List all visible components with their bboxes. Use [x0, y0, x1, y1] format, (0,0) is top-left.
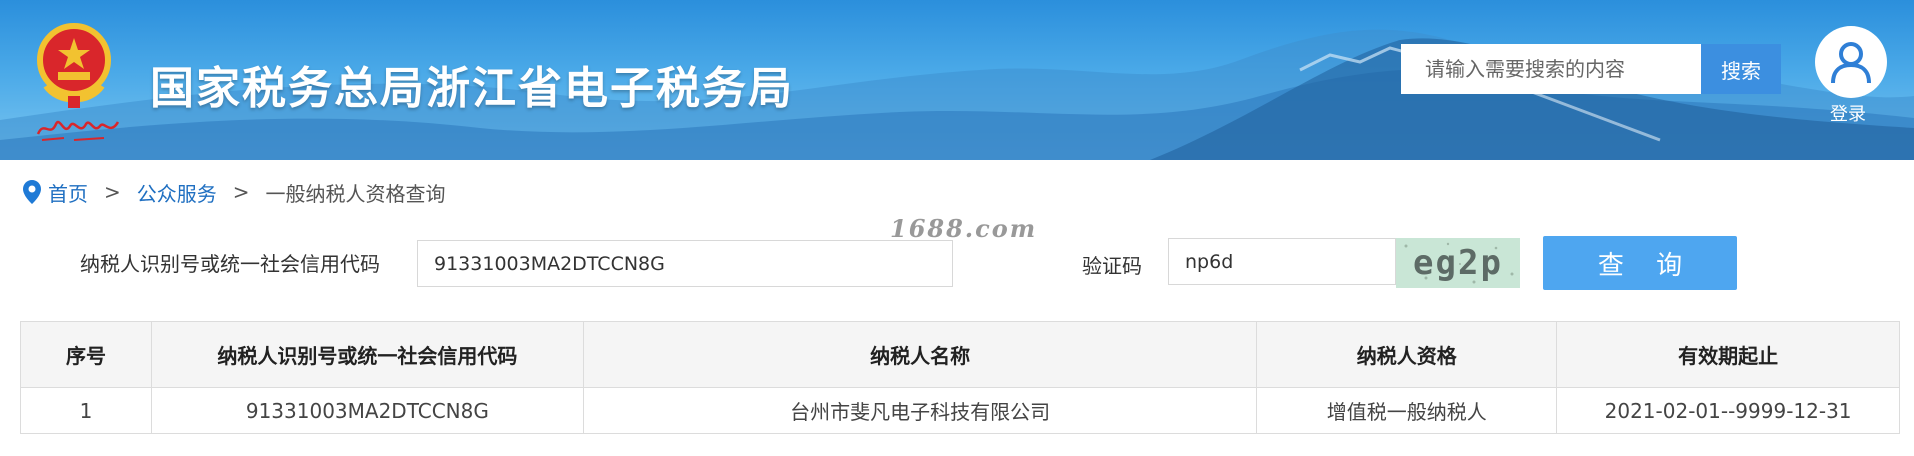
- breadcrumb-section-link[interactable]: 公众服务: [137, 178, 217, 207]
- breadcrumb-current: 一般纳税人资格查询: [265, 181, 446, 206]
- user-icon: [1831, 42, 1871, 84]
- captcha-input[interactable]: [1168, 238, 1396, 285]
- login-link[interactable]: 登录: [1830, 100, 1866, 126]
- cell-validity: 2021-02-01--9999-12-31: [1556, 387, 1900, 434]
- site-title: 国家税务总局浙江省电子税务局: [150, 63, 794, 114]
- breadcrumb-home-link[interactable]: 首页: [48, 178, 88, 207]
- location-pin-icon: [23, 180, 41, 204]
- captcha-image[interactable]: eg2p: [1396, 238, 1520, 288]
- calligraphy-signature: [36, 120, 120, 141]
- column-header-validity: 有效期起止: [1556, 321, 1900, 388]
- breadcrumb-separator: >: [232, 180, 250, 204]
- column-header-taxpayer-id: 纳税人识别号或统一社会信用代码: [150, 321, 584, 388]
- cell-index: 1: [20, 387, 152, 434]
- table-row: 1 91331003MA2DTCCN8G 台州市斐凡电子科技有限公司 增值税一般…: [20, 387, 1900, 434]
- captcha-text: eg2p: [1413, 243, 1503, 283]
- results-table: 序号 纳税人识别号或统一社会信用代码 纳税人名称 纳税人资格 有效期起止 1 9…: [20, 321, 1900, 434]
- search-button[interactable]: 搜索: [1701, 44, 1781, 94]
- login-avatar-button[interactable]: [1815, 26, 1887, 98]
- column-header-taxpayer-name: 纳税人名称: [582, 321, 1258, 388]
- watermark: 1688.com: [890, 214, 1038, 243]
- breadcrumb: 首页 > 公众服务 > 一般纳税人资格查询: [22, 178, 446, 206]
- national-emblem-icon: [37, 23, 111, 108]
- column-header-qualification: 纳税人资格: [1256, 321, 1558, 388]
- table-header-row: 序号 纳税人识别号或统一社会信用代码 纳税人名称 纳税人资格 有效期起止: [20, 321, 1900, 388]
- cell-taxpayer-name: 台州市斐凡电子科技有限公司: [582, 387, 1258, 434]
- taxpayer-id-input[interactable]: [417, 240, 953, 287]
- captcha-image-graphic: eg2p: [1396, 238, 1520, 288]
- search-input[interactable]: [1401, 44, 1701, 94]
- query-button[interactable]: 查 询: [1543, 236, 1737, 290]
- cell-taxpayer-id: 91331003MA2DTCCN8G: [150, 387, 584, 434]
- breadcrumb-separator: >: [104, 180, 121, 204]
- captcha-label: 验证码: [1082, 254, 1142, 278]
- cell-qualification: 增值税一般纳税人: [1256, 387, 1558, 434]
- column-header-index: 序号: [20, 321, 152, 388]
- taxpayer-id-label: 纳税人识别号或统一社会信用代码: [80, 252, 380, 276]
